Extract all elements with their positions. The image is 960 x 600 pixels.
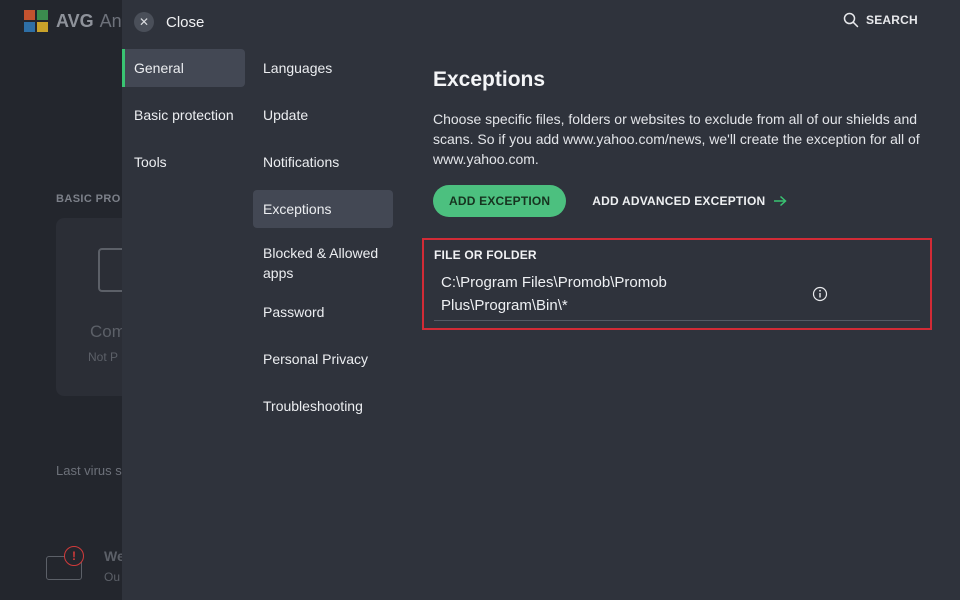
- search-button[interactable]: SEARCH: [843, 12, 918, 28]
- info-icon[interactable]: [812, 286, 828, 302]
- logo-text: AVG: [56, 10, 94, 31]
- arrow-right-icon: [774, 195, 787, 207]
- warning-subtitle: Ou: [104, 570, 121, 584]
- nav-exceptions[interactable]: Exceptions: [253, 190, 393, 228]
- add-advanced-exception-button[interactable]: ADD ADVANCED EXCEPTION: [592, 194, 787, 208]
- nav-notifications[interactable]: Notifications: [253, 143, 393, 181]
- last-scan-text: Last virus s: [56, 463, 122, 478]
- actions-row: ADD EXCEPTION ADD ADVANCED EXCEPTION: [433, 185, 933, 217]
- exception-entry: FILE OR FOLDER C:\Program Files\Promob\P…: [422, 238, 932, 330]
- close-label: Close: [166, 13, 205, 31]
- secondary-nav: Languages Update Notifications Exception…: [253, 49, 393, 434]
- page-title: Exceptions: [433, 68, 546, 91]
- nav-tools[interactable]: Tools: [122, 143, 245, 181]
- card-subtitle: Not P: [88, 350, 119, 364]
- nav-blocked-allowed-apps[interactable]: Blocked & Allowed apps: [253, 237, 393, 289]
- nav-languages[interactable]: Languages: [253, 49, 393, 87]
- page-description: Choose specific files, folders or websit…: [433, 111, 920, 167]
- warning-icon: !: [46, 546, 86, 582]
- nav-update[interactable]: Update: [253, 96, 393, 134]
- card-title: Com: [90, 322, 126, 341]
- add-advanced-exception-label: ADD ADVANCED EXCEPTION: [592, 194, 766, 208]
- add-exception-button[interactable]: ADD EXCEPTION: [433, 185, 567, 217]
- search-label: SEARCH: [866, 13, 918, 27]
- close-icon: ✕: [134, 12, 154, 32]
- close-button[interactable]: ✕ Close: [134, 9, 204, 35]
- exception-type-label: FILE OR FOLDER: [434, 248, 537, 262]
- primary-nav: General Basic protection Tools: [122, 49, 245, 190]
- avg-logo-icon: [24, 10, 50, 32]
- nav-personal-privacy[interactable]: Personal Privacy: [253, 340, 393, 378]
- exception-path[interactable]: C:\Program Files\Promob\Promob Plus\Prog…: [441, 271, 741, 317]
- logo-subtext: An: [99, 10, 122, 31]
- search-icon: [843, 12, 859, 28]
- nav-general[interactable]: General: [122, 49, 245, 87]
- settings-panel: ✕ Close SEARCH General Basic protection …: [122, 0, 960, 600]
- exception-divider: [434, 320, 920, 321]
- exceptions-content: Exceptions Choose specific files, folder…: [433, 68, 933, 217]
- nav-password[interactable]: Password: [253, 293, 393, 331]
- nav-basic-protection[interactable]: Basic protection: [122, 96, 245, 134]
- basic-protection-label: BASIC PRO: [56, 193, 121, 205]
- nav-troubleshooting[interactable]: Troubleshooting: [253, 387, 393, 425]
- avg-logo: AVG An: [24, 10, 122, 32]
